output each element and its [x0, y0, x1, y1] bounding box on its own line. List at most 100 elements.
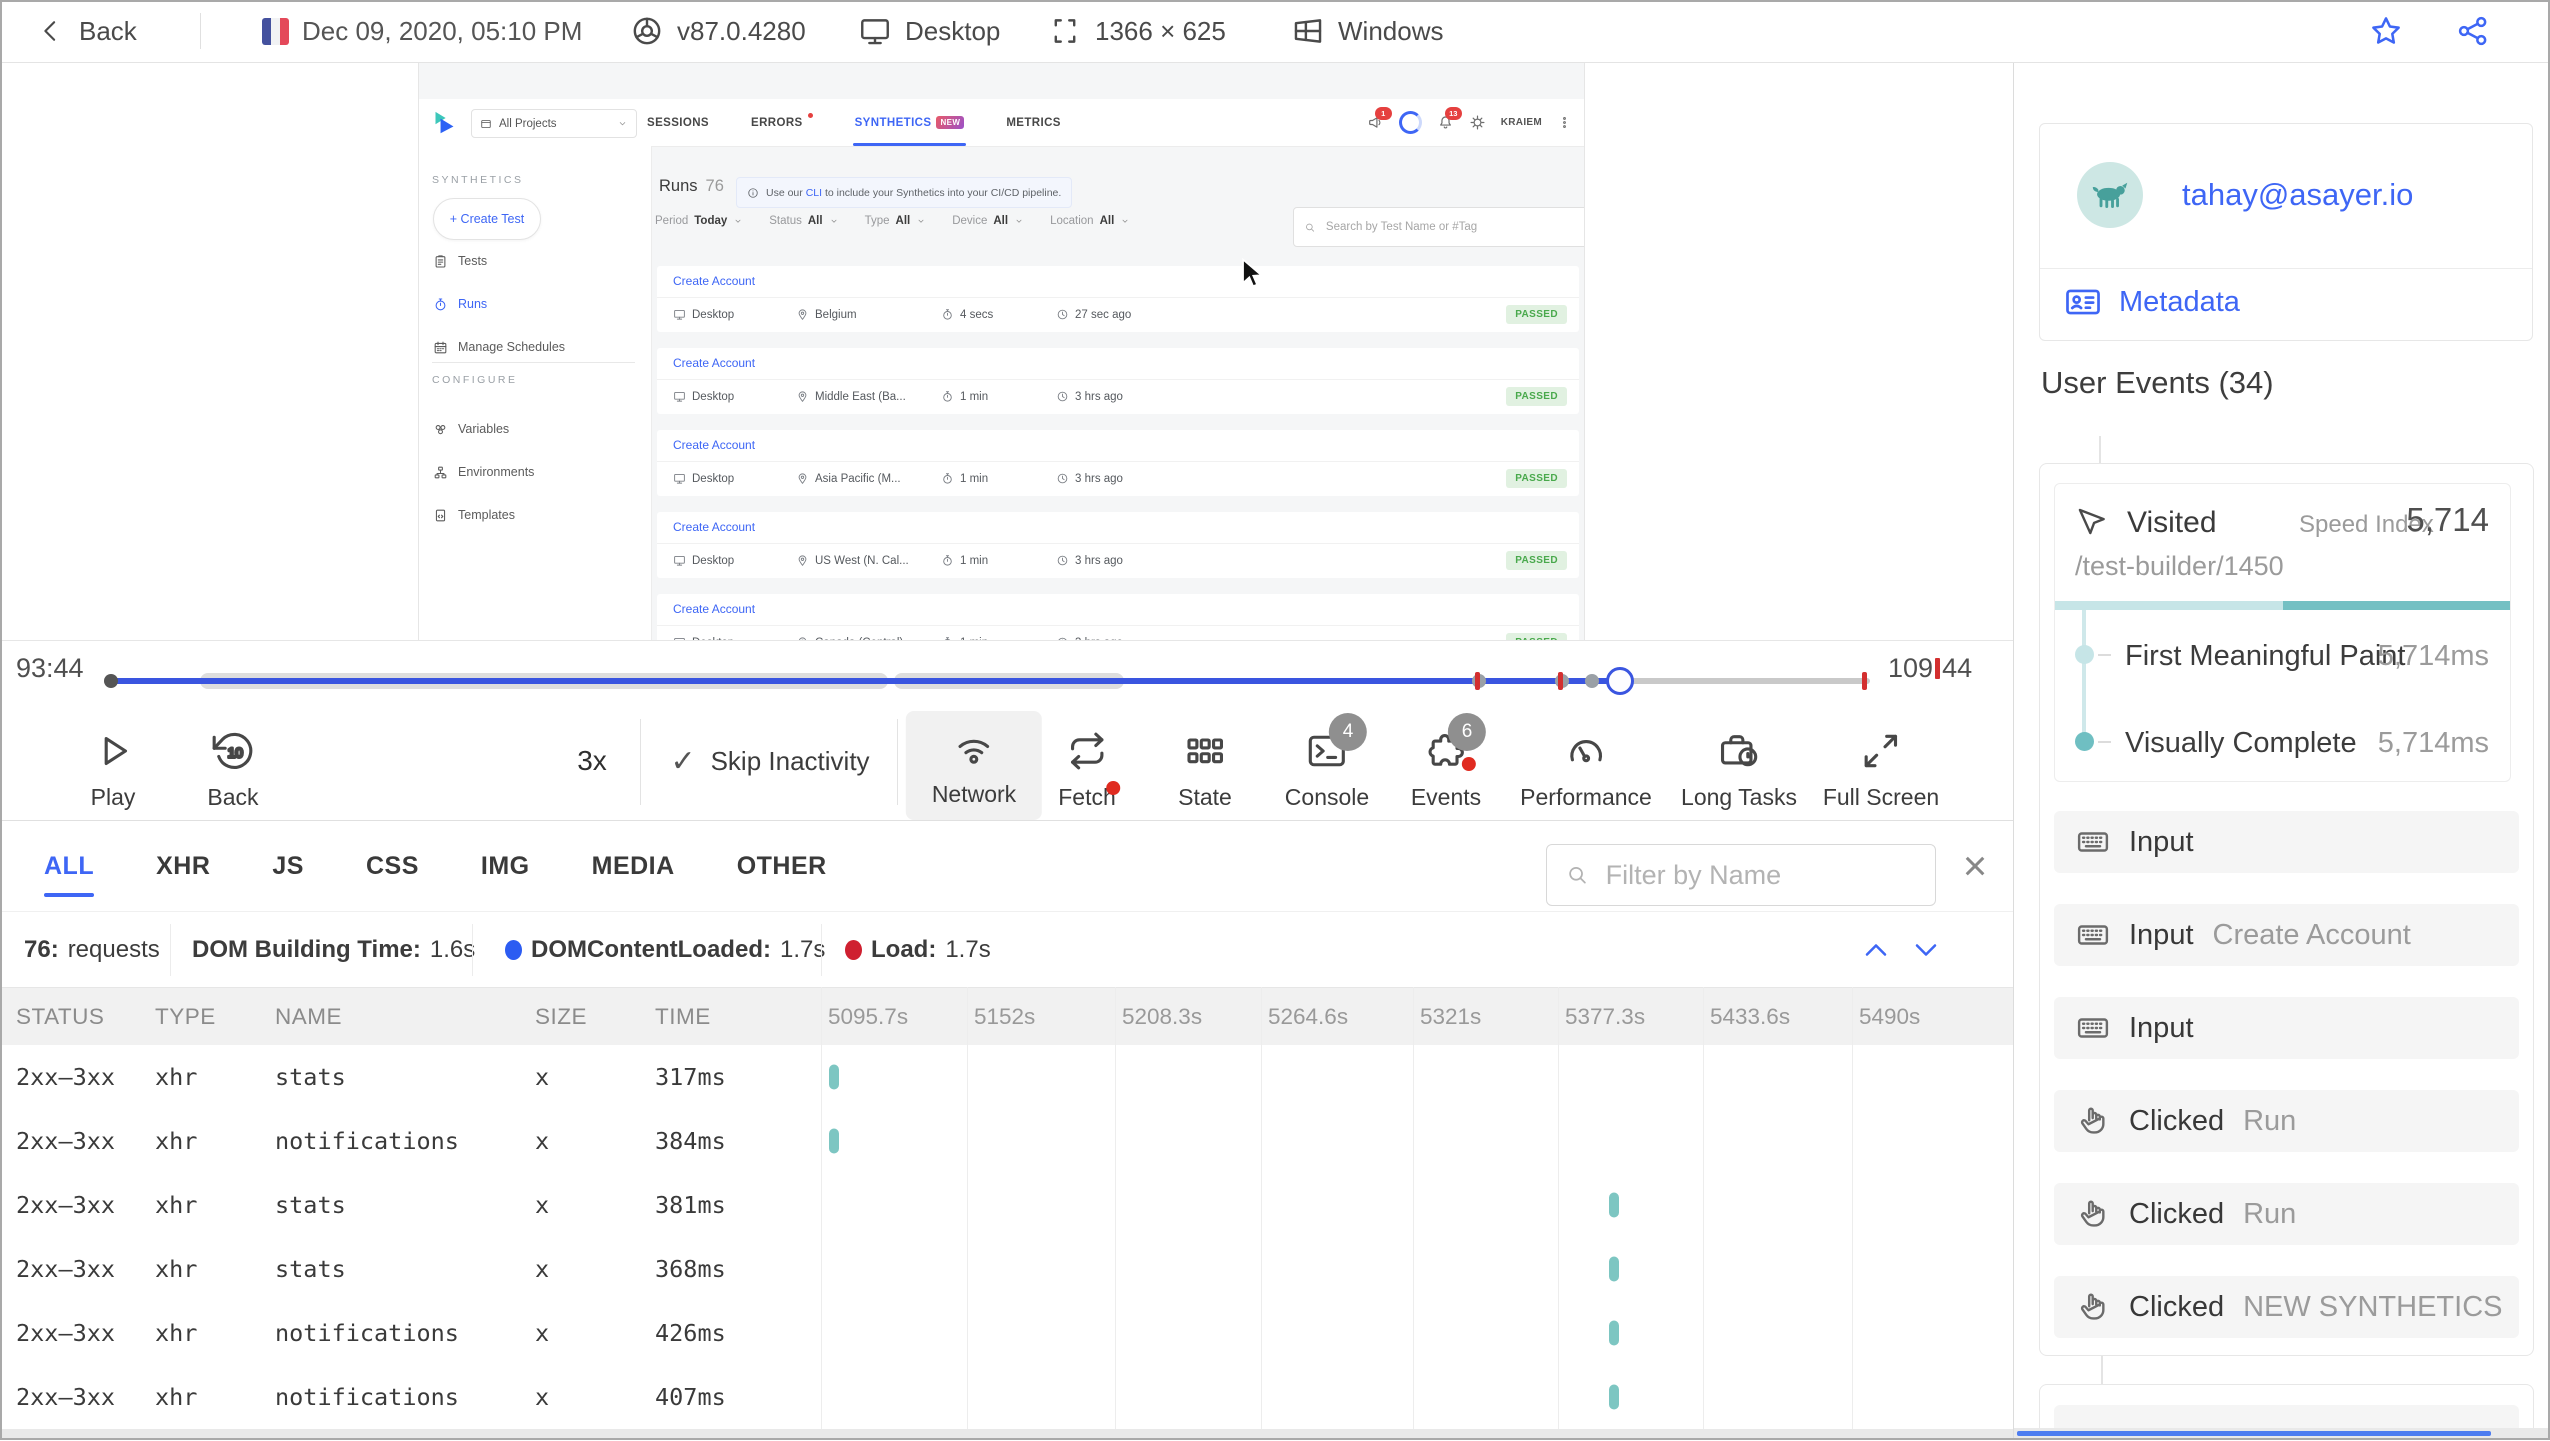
- network-tab[interactable]: MEDIA: [592, 821, 675, 911]
- event-marker-dot[interactable]: [1585, 674, 1599, 688]
- session-date: Dec 09, 2020, 05:10 PM: [262, 0, 582, 62]
- new-badge: NEW: [936, 116, 965, 129]
- rewind-10-icon: [211, 729, 255, 773]
- user-events-title: User Events (34): [2041, 365, 2274, 400]
- metric-row: First Meaningful Paint 5,714ms: [2055, 635, 2510, 675]
- performance-tool-button[interactable]: Performance: [1520, 729, 1652, 811]
- cli-link: CLI: [805, 186, 823, 199]
- user-event-item[interactable]: Input: [2054, 811, 2519, 873]
- request-type: xhr: [155, 1127, 198, 1155]
- network-request-row[interactable]: 2xx–3xx xhr stats x 381ms: [0, 1173, 2013, 1237]
- skip-inactivity-toggle[interactable]: ✓ Skip Inactivity: [670, 744, 869, 779]
- metric-label: First Meaningful Paint: [2125, 640, 2406, 672]
- user-event-item[interactable]: Clicked Run: [2054, 1090, 2519, 1152]
- playback-speed-button[interactable]: 3x: [577, 745, 607, 777]
- run-test-name-link: Create Account: [673, 520, 756, 534]
- filter-label: Status: [769, 215, 802, 227]
- network-tab[interactable]: OTHER: [737, 821, 827, 911]
- jump-next-button[interactable]: [1906, 932, 1946, 968]
- visited-url: /test-builder/1450: [2075, 551, 2284, 581]
- full-screen-label: Full Screen: [1822, 784, 1940, 810]
- request-name: notifications: [275, 1319, 459, 1347]
- network-tab[interactable]: JS: [272, 821, 304, 911]
- user-email-link[interactable]: tahay@asayer.io: [2182, 177, 2413, 213]
- run-time-ago: 27 sec ago: [1075, 308, 1132, 321]
- network-panel: ALL XHR JS CSS IMG MEDIA OTHER × 76:requests D…: [0, 820, 2013, 1441]
- network-tab[interactable]: XHR: [156, 821, 210, 911]
- network-tab[interactable]: CSS: [366, 821, 419, 911]
- request-waterfall-bar: [1609, 1192, 1619, 1218]
- network-request-row[interactable]: 2xx–3xx xhr notifications x 426ms: [0, 1301, 2013, 1365]
- user-card: tahay@asayer.io Metadata: [2039, 123, 2533, 341]
- network-tool-button[interactable]: Network: [905, 711, 1043, 820]
- sidebar-section-synthetics: SYNTHETICS: [432, 174, 524, 186]
- back-button[interactable]: Back: [36, 0, 137, 62]
- chevron-down-icon: [733, 216, 743, 226]
- error-marker[interactable]: [1862, 672, 1867, 690]
- timeline-playhead[interactable]: [1606, 667, 1634, 695]
- back-10s-button[interactable]: Back: [207, 729, 259, 811]
- network-filter-box[interactable]: [1546, 844, 1936, 906]
- metadata-button[interactable]: Metadata: [2064, 278, 2240, 326]
- network-tab[interactable]: ALL: [44, 821, 95, 911]
- long-tasks-tool-button[interactable]: Long Tasks: [1681, 729, 1797, 811]
- user-event-item[interactable]: Input: [2054, 997, 2519, 1059]
- request-waterfall-bar: [1609, 1256, 1619, 1282]
- events-tool-button[interactable]: 6 Events: [1411, 713, 1486, 811]
- favorite-button[interactable]: [2368, 0, 2404, 62]
- user-event-item[interactable]: Input Create Account: [2054, 904, 2519, 966]
- player-timeline[interactable]: 93:44 109 44: [0, 641, 2013, 701]
- star-icon: [2368, 13, 2404, 49]
- request-size: x: [535, 1127, 550, 1155]
- current-time-label: 93:44: [16, 653, 84, 683]
- request-waterfall-bar: [829, 1064, 839, 1090]
- metric-label: Visually Complete: [2125, 727, 2357, 759]
- fetch-tool-button[interactable]: Fetch: [1058, 729, 1120, 811]
- navigation-arrow-icon: [2075, 505, 2109, 539]
- request-time: 407ms: [655, 1383, 726, 1411]
- user-event-item[interactable]: Clicked NEW SYNTHETICS: [2054, 1276, 2519, 1338]
- network-type-tabs: ALL XHR JS CSS IMG MEDIA OTHER: [44, 821, 827, 911]
- long-tasks-label: Long Tasks: [1681, 784, 1797, 810]
- state-tool-button[interactable]: State: [1178, 729, 1232, 811]
- run-details: Desktop Belgium 4 secs 27 sec ago PASSED: [673, 297, 1567, 332]
- network-request-row[interactable]: 2xx–3xx xhr notifications x 384ms: [0, 1109, 2013, 1173]
- request-waterfall-bar: [829, 1128, 839, 1154]
- metric-dot: [2075, 645, 2094, 664]
- briefcase-clock-icon: [1717, 729, 1761, 773]
- panel-scrollbar-thumb[interactable]: [2017, 1431, 2491, 1436]
- user-event-item[interactable]: Clicked Run: [2054, 1183, 2519, 1245]
- metadata-label: Metadata: [2119, 285, 2240, 318]
- network-filter-input[interactable]: [1603, 858, 1917, 892]
- request-size: x: [535, 1191, 550, 1219]
- waterfall-tick-label: 5433.6s: [1710, 1004, 1791, 1029]
- announcements-badge: 1: [1374, 107, 1392, 120]
- monitor-icon: [858, 14, 892, 48]
- request-time: 368ms: [655, 1255, 726, 1283]
- stopwatch-icon: [941, 472, 954, 485]
- play-button[interactable]: Play: [91, 729, 135, 811]
- network-request-row[interactable]: 2xx–3xx xhr stats x 317ms: [0, 1045, 2013, 1109]
- end-error-marker: [1935, 658, 1941, 679]
- fetch-alert-dot: [1105, 781, 1120, 795]
- request-size: x: [535, 1319, 550, 1347]
- waterfall-tick-label: 5152s: [974, 1004, 1036, 1029]
- console-tool-button[interactable]: 4 Console: [1285, 713, 1369, 811]
- network-request-row[interactable]: 2xx–3xx xhr notifications x 407ms: [0, 1365, 2013, 1429]
- horizontal-scrollbar-track[interactable]: [0, 1429, 2013, 1439]
- user-events-panel: tahay@asayer.io Metadata User Events (34…: [2013, 62, 2550, 1440]
- runs-page-title: Runs 76: [659, 177, 724, 196]
- jump-previous-button[interactable]: [1856, 932, 1896, 968]
- filter-label: Location: [1050, 215, 1094, 227]
- network-request-row[interactable]: 2xx–3xx xhr stats x 368ms: [0, 1237, 2013, 1301]
- network-tab[interactable]: IMG: [481, 821, 530, 911]
- close-panel-button[interactable]: ×: [1952, 837, 1998, 895]
- full-screen-button[interactable]: Full Screen: [1823, 729, 1939, 811]
- error-marker[interactable]: [1558, 672, 1563, 690]
- os-label: Windows: [1338, 15, 1444, 46]
- announcements-icon: 1: [1367, 107, 1392, 131]
- error-marker[interactable]: [1475, 672, 1480, 690]
- visited-event-card[interactable]: Visited Speed Index 5,714 /test-builder/…: [2054, 483, 2511, 782]
- column-size: SIZE: [535, 1004, 588, 1029]
- share-button[interactable]: [2455, 0, 2491, 62]
